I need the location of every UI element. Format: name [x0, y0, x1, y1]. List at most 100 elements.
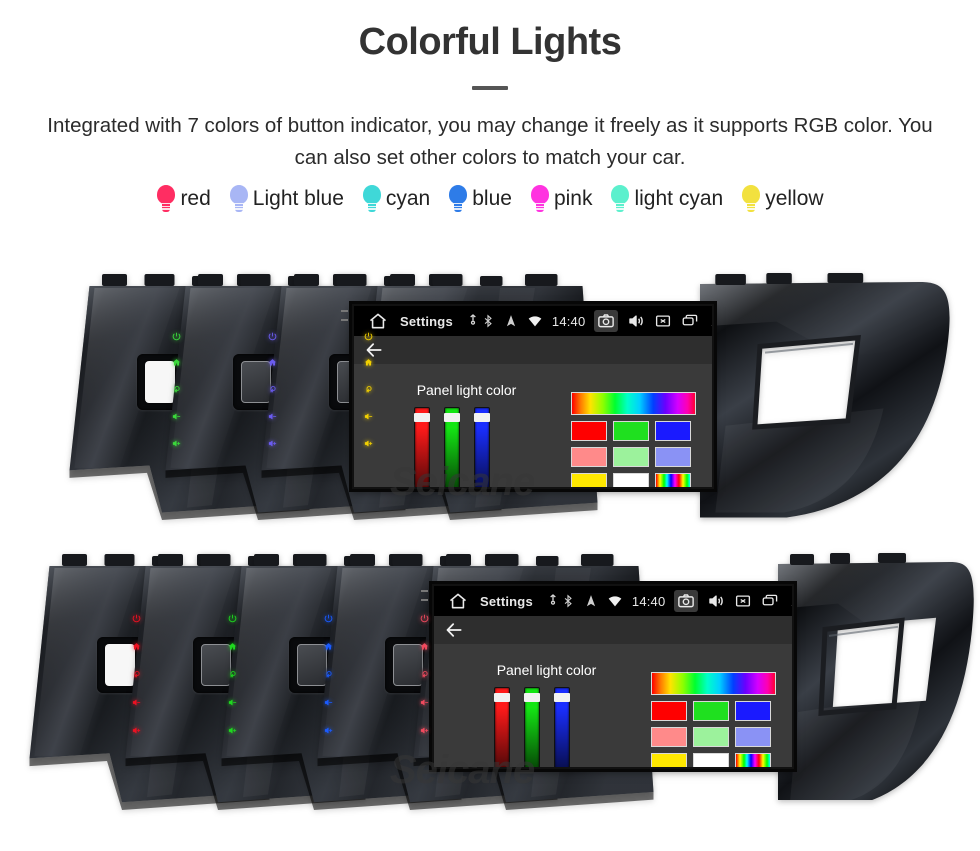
home-button[interactable] — [132, 642, 141, 651]
legend-item-blue: blue — [439, 185, 521, 213]
volume-up-button[interactable] — [364, 439, 373, 448]
volume-down-button[interactable] — [172, 412, 181, 421]
red-channel-slider[interactable] — [414, 407, 430, 487]
back-button[interactable] — [420, 670, 429, 679]
back-button[interactable] — [132, 670, 141, 679]
spectrum-bar[interactable] — [571, 392, 696, 415]
product-row-bottom: Settings 14:40 Panel light color Seicane — [0, 552, 980, 817]
bulb-icon — [229, 185, 249, 213]
close-box-icon[interactable] — [654, 312, 672, 330]
green-channel-slider[interactable] — [444, 407, 460, 487]
volume-down-button[interactable] — [228, 698, 237, 707]
home-button[interactable] — [364, 358, 373, 367]
color-swatch[interactable] — [693, 727, 729, 747]
blue-channel-slider[interactable] — [474, 407, 490, 487]
home-button[interactable] — [268, 358, 277, 367]
power-button[interactable] — [268, 332, 277, 341]
home-button[interactable] — [228, 642, 237, 651]
green-channel-slider[interactable] — [524, 687, 540, 767]
camera-icon[interactable] — [674, 590, 699, 612]
color-swatch-grid — [648, 669, 779, 767]
close-box-icon[interactable] — [734, 592, 752, 610]
color-swatch[interactable] — [613, 447, 649, 467]
rgb-sliders — [407, 407, 497, 487]
home-button[interactable] — [420, 642, 429, 651]
page-title: Colorful Lights — [358, 21, 622, 63]
volume-down-button[interactable] — [268, 412, 277, 421]
slider-knob[interactable] — [444, 413, 460, 422]
power-button[interactable] — [364, 332, 373, 341]
volume-down-button[interactable] — [324, 698, 333, 707]
volume-down-button[interactable] — [132, 698, 141, 707]
volume-up-button[interactable] — [172, 439, 181, 448]
back-arrow-icon[interactable] — [708, 312, 712, 330]
blue-channel-slider[interactable] — [554, 687, 570, 767]
location-pin-icon[interactable] — [545, 593, 561, 609]
power-button[interactable] — [228, 614, 237, 623]
back-button[interactable] — [172, 385, 181, 394]
color-swatch[interactable] — [613, 421, 649, 441]
back-arrow-icon[interactable] — [434, 620, 464, 640]
right-end-cap — [778, 552, 978, 810]
color-swatch[interactable] — [571, 447, 607, 467]
home-button[interactable] — [324, 642, 333, 651]
mic-reset-labels — [421, 590, 428, 601]
volume-up-button[interactable] — [228, 726, 237, 735]
volume-up-button[interactable] — [268, 439, 277, 448]
color-swatch[interactable] — [651, 727, 687, 747]
slider-knob[interactable] — [474, 413, 490, 422]
color-swatch[interactable] — [693, 753, 729, 767]
back-button[interactable] — [364, 385, 373, 394]
location-pin-icon[interactable] — [465, 313, 481, 329]
color-swatch[interactable] — [651, 753, 687, 767]
red-channel-slider[interactable] — [494, 687, 510, 767]
back-button[interactable] — [228, 670, 237, 679]
color-swatch[interactable] — [613, 473, 649, 487]
status-bar: Settings 14:40 — [354, 306, 712, 336]
color-swatch[interactable] — [735, 753, 771, 767]
volume-icon[interactable] — [627, 312, 645, 330]
home-icon[interactable] — [448, 591, 468, 611]
power-button[interactable] — [324, 614, 333, 623]
volume-icon[interactable] — [707, 592, 725, 610]
volume-up-button[interactable] — [132, 726, 141, 735]
color-swatch[interactable] — [571, 473, 607, 487]
back-button[interactable] — [268, 385, 277, 394]
head-unit-screen[interactable]: Settings 14:40 Panel light color — [352, 304, 714, 489]
volume-down-button[interactable] — [420, 698, 429, 707]
power-button[interactable] — [132, 614, 141, 623]
color-swatch[interactable] — [655, 473, 691, 487]
panel-light-color-label: Panel light color — [496, 662, 597, 678]
swatch-row — [648, 724, 779, 750]
color-swatch[interactable] — [735, 727, 771, 747]
mic-reset-labels — [341, 310, 348, 321]
color-swatch[interactable] — [655, 421, 691, 441]
color-swatch[interactable] — [655, 447, 691, 467]
recents-icon[interactable] — [761, 592, 779, 610]
camera-icon[interactable] — [594, 310, 619, 332]
color-swatch[interactable] — [651, 701, 687, 721]
status-bar-title: Settings — [400, 313, 453, 329]
gps-icon — [584, 594, 598, 608]
product-stage-top: Settings 14:40 Panel light color Seicane — [0, 272, 980, 527]
slider-knob[interactable] — [494, 693, 510, 702]
home-icon[interactable] — [368, 311, 388, 331]
head-unit-screen[interactable]: Settings 14:40 Panel light color — [432, 584, 794, 769]
back-button[interactable] — [324, 670, 333, 679]
recents-icon[interactable] — [681, 312, 699, 330]
volume-up-button[interactable] — [324, 726, 333, 735]
slider-knob[interactable] — [524, 693, 540, 702]
volume-up-button[interactable] — [420, 726, 429, 735]
slider-knob[interactable] — [554, 693, 570, 702]
slider-knob[interactable] — [414, 413, 430, 422]
color-swatch[interactable] — [571, 421, 607, 441]
power-button[interactable] — [172, 332, 181, 341]
power-button[interactable] — [420, 614, 429, 623]
color-swatch[interactable] — [693, 701, 729, 721]
volume-down-button[interactable] — [364, 412, 373, 421]
color-swatch[interactable] — [735, 701, 771, 721]
spectrum-bar[interactable] — [651, 672, 776, 695]
home-button[interactable] — [172, 358, 181, 367]
wifi-icon — [607, 593, 623, 609]
back-arrow-icon[interactable] — [788, 592, 792, 610]
